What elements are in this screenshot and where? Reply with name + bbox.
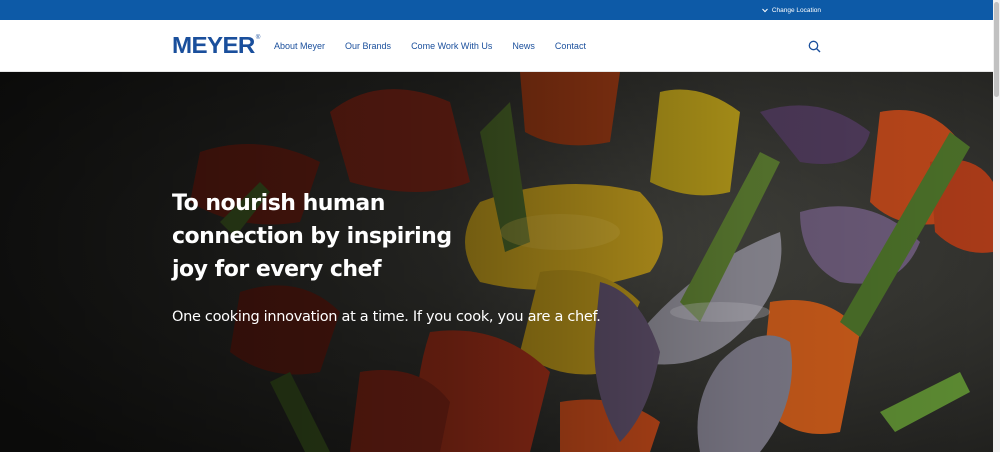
- nav-our-brands[interactable]: Our Brands: [345, 41, 391, 51]
- nav-news[interactable]: News: [512, 41, 535, 51]
- main-header: MEYER ® About Meyer Our Brands Come Work …: [0, 20, 993, 72]
- logo-text: MEYER: [172, 32, 255, 58]
- chevron-down-icon: [761, 8, 768, 12]
- main-nav: About Meyer Our Brands Come Work With Us…: [274, 20, 606, 72]
- hero-headline: To nourish human connection by inspiring…: [172, 191, 452, 282]
- top-utility-bar: Change Location: [0, 0, 993, 20]
- logo-mark: ®: [255, 35, 261, 41]
- hero-overlay: [0, 72, 993, 452]
- change-location-label: Change Location: [771, 6, 821, 14]
- hero-banner: To nourish human connection by inspiring…: [0, 72, 993, 452]
- nav-come-work-with-us[interactable]: Come Work With Us: [411, 41, 492, 51]
- nav-contact[interactable]: Contact: [555, 41, 586, 51]
- hero-subheadline: One cooking innovation at a time. If you…: [172, 309, 601, 325]
- search-icon[interactable]: [808, 40, 821, 53]
- meyer-logo[interactable]: MEYER ®: [172, 32, 260, 58]
- page-scrollbar[interactable]: [993, 0, 1000, 452]
- scrollbar-thumb[interactable]: [994, 2, 999, 97]
- change-location-link[interactable]: Change Location: [761, 0, 821, 20]
- nav-about-meyer[interactable]: About Meyer: [274, 41, 325, 51]
